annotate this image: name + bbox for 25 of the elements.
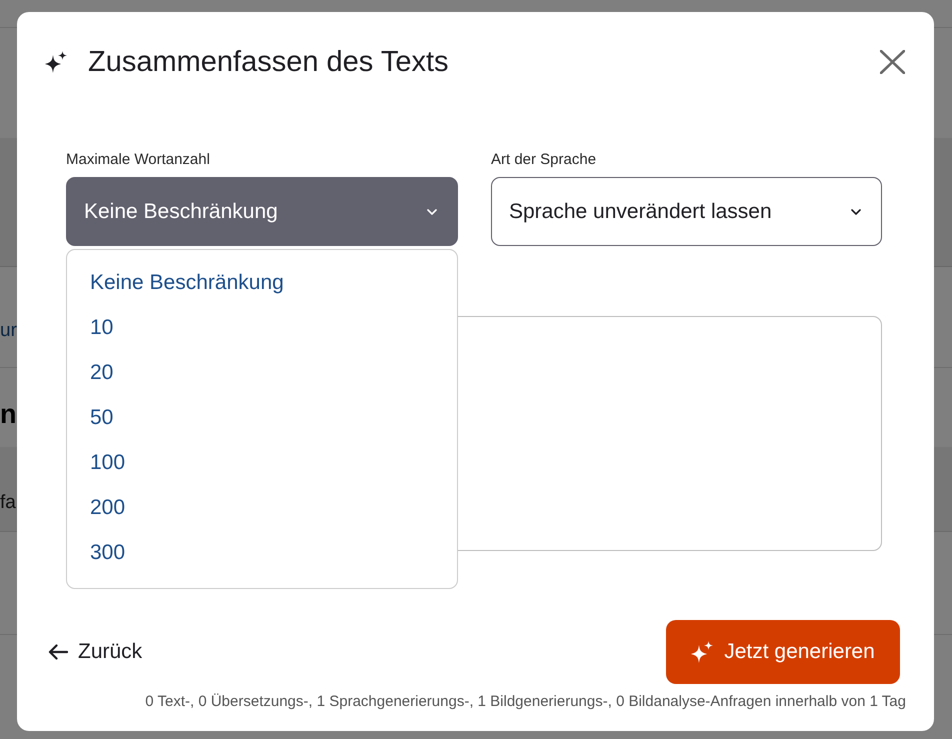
page-heading: n	[0, 398, 16, 430]
quota-note: 0 Text-, 0 Übersetzungs-, 1 Sprachgenerierungs-, 1 Bildgenerierungs-, 0 Bildanalyse-Anfragen innerhalb von 1 Tag	[145, 693, 906, 710]
dropdown-option[interactable]: Keine Beschränkung	[67, 260, 457, 305]
dropdown-select[interactable]: Keine Beschränkung	[66, 177, 458, 246]
back-link[interactable]: Zurück	[48, 640, 142, 664]
dropdown-option[interactable]: 20	[67, 350, 457, 395]
dialog-title: Zusammenfassen des Texts	[88, 45, 449, 79]
tab-label[interactable]: fa	[0, 492, 16, 514]
chevron-down-icon	[851, 208, 861, 214]
arrow-left-icon	[48, 644, 68, 660]
dropdown-option[interactable]: 300	[67, 530, 457, 575]
dropdown-select[interactable]: Sprache unverändert lassen	[491, 177, 882, 246]
close-icon	[880, 50, 904, 74]
field-label: Art der Sprache	[491, 151, 596, 168]
generate-button[interactable]: Jetzt generieren	[666, 620, 900, 684]
dropdown-option[interactable]: 100	[67, 440, 457, 485]
field-label: Maximale Wortanzahl	[66, 151, 210, 168]
link-text[interactable]: ur	[0, 320, 17, 342]
sparkle-icon	[691, 641, 714, 663]
dropdown-option[interactable]: 200	[67, 485, 457, 530]
sparkle-icon	[45, 51, 67, 73]
dropdown-option[interactable]: 10	[67, 305, 457, 350]
close-button[interactable]	[879, 50, 905, 74]
dropdown-option[interactable]: 50	[67, 395, 457, 440]
chevron-down-icon	[427, 208, 437, 214]
